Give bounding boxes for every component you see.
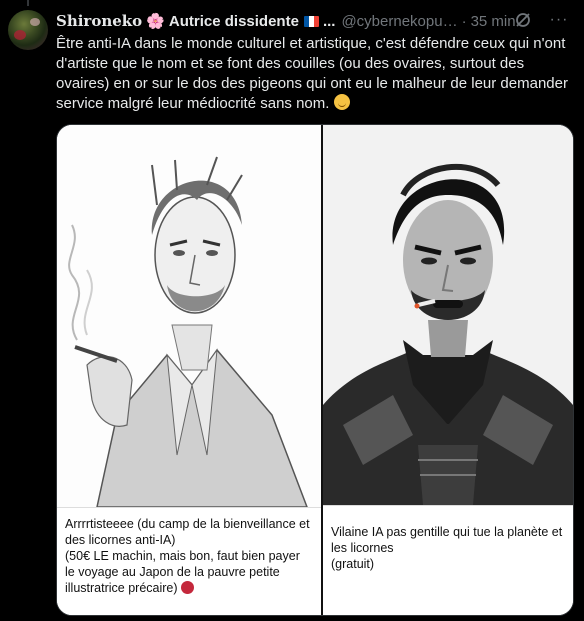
tweet-timestamp[interactable]: 35 min — [471, 13, 516, 30]
media-image[interactable]: Arrrrtisteeee (du camp de la bienveillan… — [56, 124, 574, 616]
left-panel: Arrrrtisteeee (du camp de la bienveillan… — [57, 125, 321, 615]
avatar-detail — [30, 18, 40, 26]
avatar[interactable] — [8, 10, 48, 50]
left-caption-line1: Arrrrtisteeee (du camp de la bienveillan… — [65, 517, 310, 547]
grok-icon[interactable] — [514, 11, 532, 29]
avatar-detail — [14, 30, 26, 40]
right-panel: Vilaine IA pas gentille qui tue la planè… — [323, 125, 573, 615]
tweet-header: Shironeko 🌸 Autrice dissidente ... @cybe… — [56, 11, 572, 31]
right-caption-line2: (gratuit) — [331, 557, 375, 571]
display-name-suffix[interactable]: Autrice dissidente — [169, 13, 299, 30]
tweet-text: Être anti-IA dans le monde culturel et a… — [56, 34, 572, 114]
separator-dot: · — [461, 12, 467, 30]
left-caption: Arrrrtisteeee (du camp de la bienveillan… — [57, 507, 321, 615]
flower-emoji: 🌸 — [146, 13, 165, 30]
more-icon[interactable]: ··· — [548, 11, 570, 29]
france-flag-icon — [303, 15, 319, 27]
ai-rendered-illustration — [323, 125, 573, 505]
display-name[interactable]: Shironeko — [56, 12, 142, 30]
clown-emoji — [181, 581, 195, 594]
relieved-face-emoji — [333, 94, 350, 110]
tweet-body: Être anti-IA dans le monde culturel et a… — [56, 35, 568, 112]
right-caption: Vilaine IA pas gentille qui tue la planè… — [323, 505, 573, 615]
thread-connector-line — [27, 0, 29, 6]
name-ellipsis: ... — [322, 12, 336, 30]
right-caption-line1: Vilaine IA pas gentille qui tue la planè… — [331, 525, 563, 555]
user-handle[interactable]: @cybernekopu… — [341, 13, 457, 30]
pencil-sketch-illustration — [57, 125, 321, 507]
